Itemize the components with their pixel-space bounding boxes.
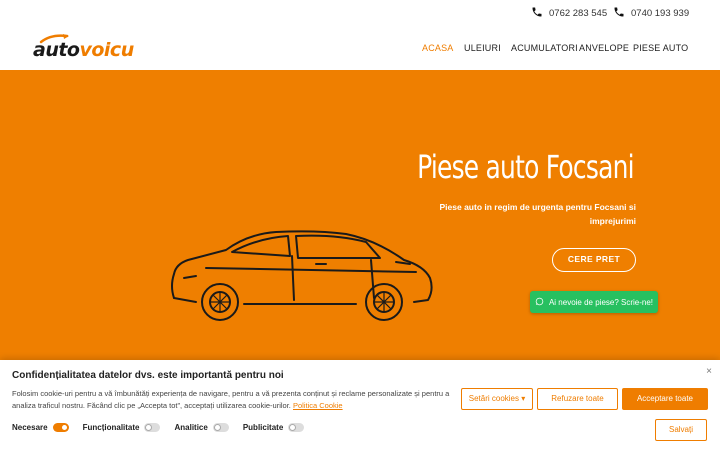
- cookie-policy-link[interactable]: Politica Cookie: [293, 401, 343, 410]
- whatsapp-label: Ai nevoie de piese? Scrie-ne!: [548, 297, 654, 307]
- caret-down-icon: ▾: [521, 394, 526, 403]
- request-price-button[interactable]: CERE PRET: [552, 248, 636, 272]
- cookie-settings-button[interactable]: Setări cookies ▾: [461, 388, 533, 410]
- hero-subtitle: Piese auto in regim de urgenta pentru Fo…: [439, 202, 637, 226]
- phone-link-1[interactable]: 0762 283 545: [531, 6, 607, 21]
- refuse-all-button[interactable]: Refuzare toate: [537, 388, 618, 410]
- hero-section: Piese auto Focsani Piese auto in regim d…: [0, 70, 720, 365]
- phone-link-2[interactable]: 0740 193 939: [613, 6, 689, 21]
- cookie-text: Folosim cookie-uri pentru a vă îmbunătăț…: [12, 388, 452, 412]
- accept-all-button[interactable]: Acceptare toate: [622, 388, 708, 410]
- toggle-publicitate: Publicitate: [242, 423, 305, 432]
- nav-item-piese-auto[interactable]: PIESE AUTO: [633, 43, 688, 53]
- toggle-label: Analitice: [174, 423, 208, 432]
- toggle-label: Publicitate: [242, 423, 284, 432]
- logo-voicu: voicu: [79, 39, 134, 61]
- close-icon[interactable]: ×: [706, 366, 712, 377]
- cookie-settings-label: Setări cookies: [468, 394, 519, 403]
- nav-item-acumulatori[interactable]: ACUMULATORI: [511, 43, 578, 53]
- car-illustration: [171, 230, 433, 321]
- toggle-label: Funcționalitate: [82, 423, 140, 432]
- phone-number: 0762 283 545: [549, 8, 608, 19]
- whatsapp-icon: [535, 297, 544, 308]
- cookie-consent-banner: × Confidențialitatea datelor dvs. este i…: [0, 360, 720, 450]
- save-preferences-button[interactable]: Salvați: [655, 419, 707, 441]
- cookie-description: Folosim cookie-uri pentru a vă îmbunătăț…: [12, 389, 450, 410]
- whatsapp-chat-button[interactable]: Ai nevoie de piese? Scrie-ne!: [530, 291, 658, 313]
- phone-number: 0740 193 939: [631, 8, 690, 19]
- toggle-switch[interactable]: [288, 423, 305, 432]
- phone-icon: [531, 6, 543, 21]
- nav-item-acasa[interactable]: ACASA: [422, 43, 454, 53]
- toggle-switch[interactable]: [212, 423, 229, 432]
- site-logo[interactable]: autovoicu: [33, 32, 147, 62]
- toggle-switch[interactable]: [144, 423, 161, 432]
- toggle-label: Necesare: [12, 423, 48, 432]
- site-header: autovoicu ACASA ULEIURI ACUMULATORI ANVE…: [0, 26, 720, 70]
- cookie-toggles: Necesare Funcționalitate Analitice Publi…: [12, 423, 318, 432]
- toggle-functionalitate: Funcționalitate: [83, 423, 161, 432]
- nav-item-uleiuri[interactable]: ULEIURI: [464, 43, 501, 53]
- nav-item-anvelope[interactable]: ANVELOPE: [579, 43, 629, 53]
- toggle-switch[interactable]: [52, 423, 69, 432]
- cookie-title: Confidențialitatea datelor dvs. este imp…: [12, 370, 284, 381]
- hero-title: Piese auto Focsani: [417, 148, 634, 186]
- logo-auto: auto: [33, 39, 80, 61]
- toggle-necesare: Necesare: [12, 423, 69, 432]
- toggle-analitice: Analitice: [174, 423, 229, 432]
- phone-icon: [613, 6, 625, 21]
- top-bar: 0762 283 545 0740 193 939: [0, 0, 720, 26]
